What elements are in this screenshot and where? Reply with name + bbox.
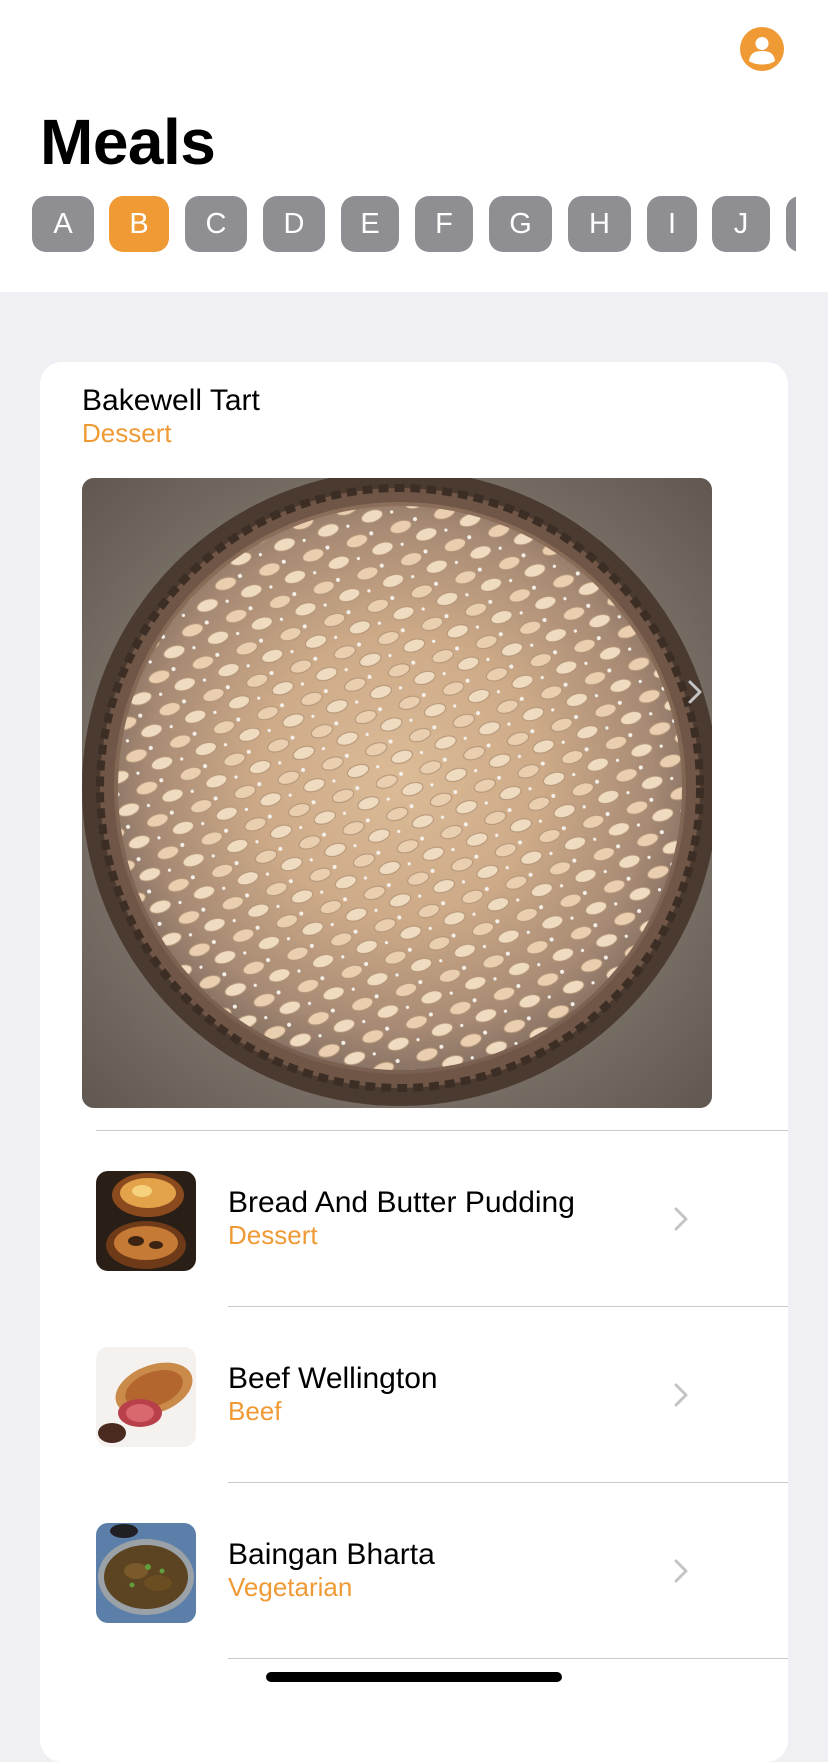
chevron-right-icon [674, 1383, 688, 1407]
header: Meals A B C D E F G H I J K [0, 0, 828, 292]
meal-thumbnail [96, 1523, 196, 1623]
meal-row[interactable]: Baingan Bharta Vegetarian [40, 1483, 788, 1659]
meal-thumbnail [96, 1171, 196, 1271]
meal-row[interactable]: Beef Wellington Beef [40, 1307, 788, 1483]
featured-meal-title: Bakewell Tart [82, 384, 260, 417]
letter-button-d[interactable]: D [263, 196, 325, 252]
letter-button-e[interactable]: E [341, 196, 399, 252]
meal-row[interactable]: Bread And Butter Pudding Dessert [40, 1131, 788, 1307]
page-title: Meals [40, 106, 216, 178]
letter-button-k[interactable]: K [786, 196, 796, 252]
letter-button-i[interactable]: I [647, 196, 697, 252]
featured-meal-image [82, 478, 712, 1108]
letter-button-c[interactable]: C [185, 196, 247, 252]
profile-button[interactable] [740, 27, 784, 71]
letter-button-a[interactable]: A [32, 196, 94, 252]
home-indicator [266, 1672, 562, 1682]
letter-button-j[interactable]: J [712, 196, 770, 252]
meal-title: Baingan Bharta [228, 1538, 435, 1571]
meal-category: Vegetarian [228, 1572, 353, 1602]
person-circle-icon [749, 37, 775, 65]
letter-button-f[interactable]: F [415, 196, 473, 252]
row-divider [228, 1658, 788, 1659]
letter-button-b[interactable]: B [109, 196, 169, 252]
chevron-right-icon [674, 1559, 688, 1583]
featured-meal-category: Dessert [82, 418, 172, 448]
letter-filter-bar: A B C D E F G H I J K [32, 196, 796, 252]
chevron-right-icon [688, 680, 702, 704]
meal-thumbnail [96, 1347, 196, 1447]
letter-button-g[interactable]: G [489, 196, 552, 252]
chevron-right-icon [674, 1207, 688, 1231]
meal-title: Bread And Butter Pudding [228, 1186, 575, 1219]
meal-category: Dessert [228, 1220, 318, 1250]
meal-category: Beef [228, 1396, 282, 1426]
letter-button-h[interactable]: H [568, 196, 631, 252]
meal-title: Beef Wellington [228, 1362, 438, 1395]
meals-card: Bakewell Tart Dessert Bread And Butter P… [40, 362, 788, 1762]
